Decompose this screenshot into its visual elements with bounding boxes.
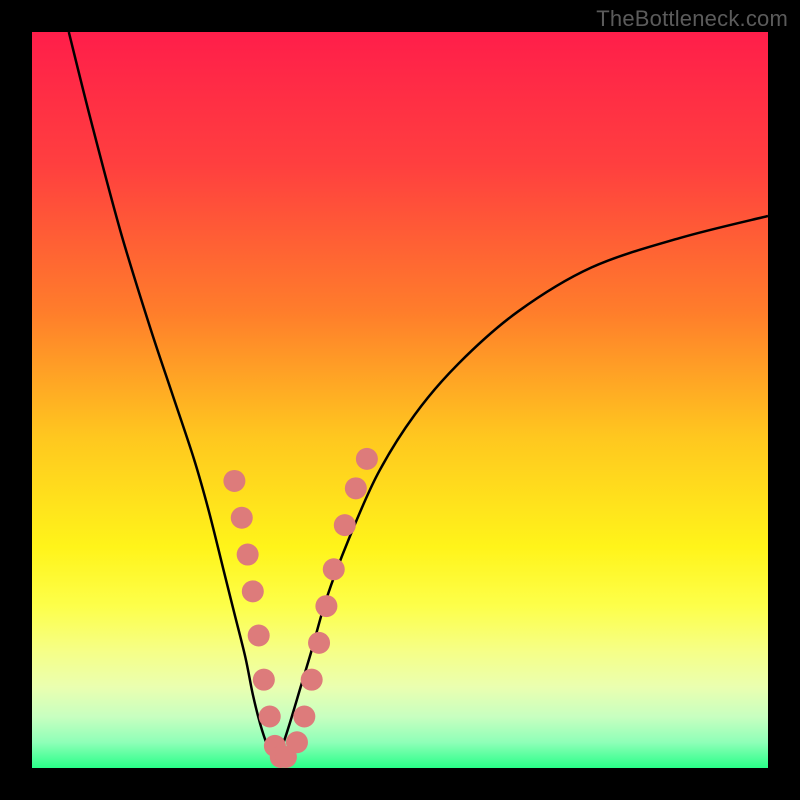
data-marker bbox=[315, 595, 337, 617]
data-marker bbox=[253, 669, 275, 691]
data-marker bbox=[334, 514, 356, 536]
data-marker bbox=[308, 632, 330, 654]
data-marker bbox=[248, 625, 270, 647]
data-marker bbox=[286, 731, 308, 753]
data-marker bbox=[223, 470, 245, 492]
plot-area bbox=[32, 32, 768, 768]
chart-stage: TheBottleneck.com bbox=[0, 0, 800, 800]
data-marker bbox=[301, 669, 323, 691]
watermark-text: TheBottleneck.com bbox=[596, 6, 788, 32]
data-marker bbox=[323, 558, 345, 580]
data-marker bbox=[237, 544, 259, 566]
left-branch-curve bbox=[69, 32, 275, 761]
curve-layer bbox=[32, 32, 768, 768]
data-markers bbox=[223, 448, 377, 768]
data-marker bbox=[293, 705, 315, 727]
data-marker bbox=[242, 580, 264, 602]
data-marker bbox=[356, 448, 378, 470]
data-marker bbox=[231, 507, 253, 529]
data-marker bbox=[259, 705, 281, 727]
data-marker bbox=[345, 477, 367, 499]
